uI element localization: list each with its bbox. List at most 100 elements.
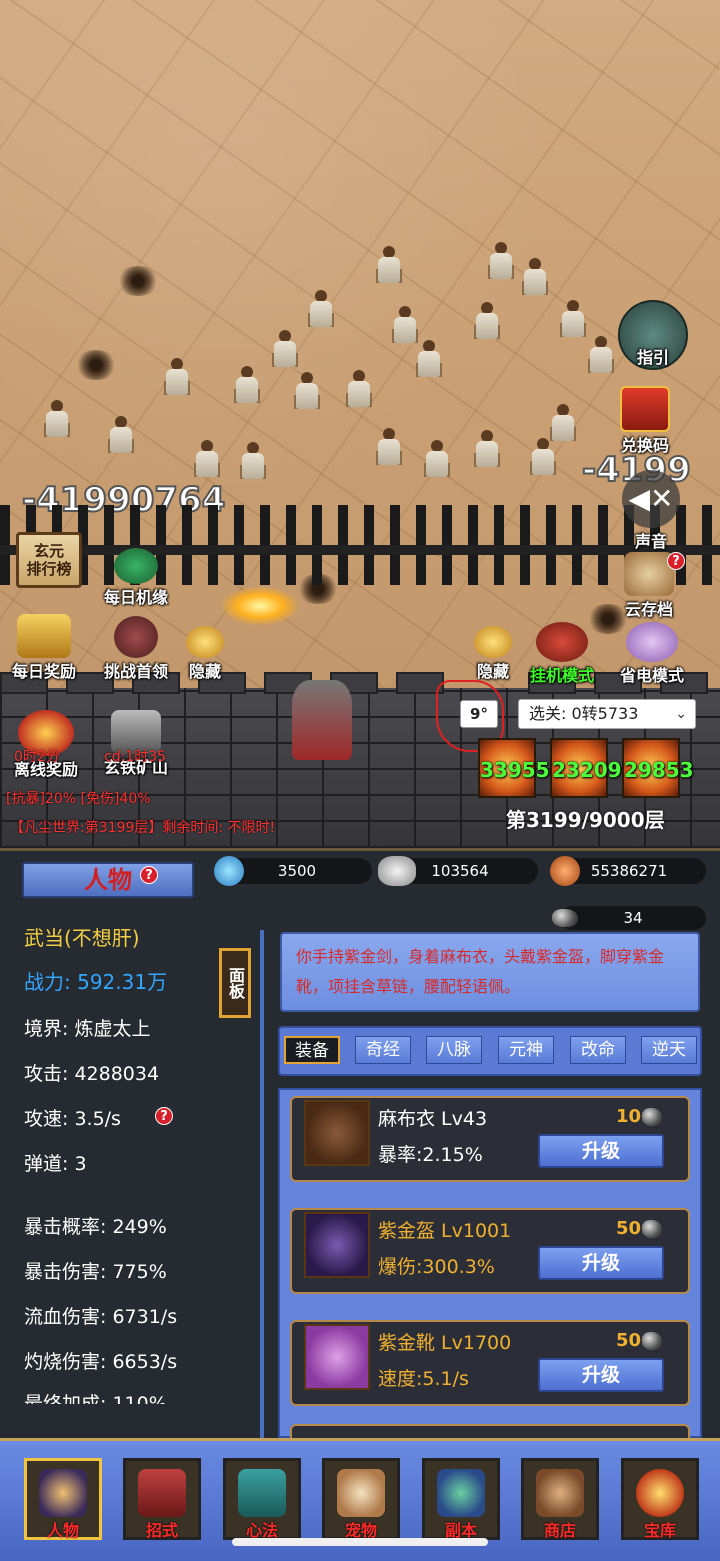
auto-mode-button[interactable]: 挂机模式 — [530, 622, 594, 686]
combat-power: 战力: 592.31万 — [24, 970, 168, 994]
boss-icon — [114, 616, 158, 658]
skill-value-2: 23209 — [552, 758, 622, 782]
equipment-tabs — [278, 1026, 702, 1076]
fortune-bag-icon — [114, 548, 158, 584]
player-hero — [292, 680, 352, 760]
crit-damage-stat: 暴击伤害: 775% — [24, 1261, 167, 1283]
home-indicator[interactable] — [232, 1538, 488, 1546]
final-bonus-stat: 最终加成: 110% — [24, 1393, 167, 1404]
spirit-stone-icon — [214, 856, 244, 886]
redeem-code-button[interactable]: 兑换码 — [620, 386, 670, 456]
upgrade-button[interactable]: 升级 — [538, 1246, 664, 1280]
resist-text: [抗暴]20% [免伤]40% — [6, 791, 151, 807]
power-save-icon — [626, 622, 678, 662]
enemy-soldier — [104, 416, 138, 462]
nav-dungeon[interactable]: 副本 — [422, 1458, 500, 1540]
daily-fortune-button[interactable]: 每日机缘 — [104, 548, 168, 608]
realm-stat: 境界: 炼虚太上 — [24, 1018, 151, 1040]
floor-progress: 第3199/9000层 — [506, 808, 665, 832]
daily-reward-button[interactable]: 每日奖励 — [12, 614, 76, 682]
temperature-box: 9° — [460, 700, 498, 728]
ore-icon — [642, 1220, 662, 1238]
question-badge: ? — [140, 866, 158, 884]
nav-skills[interactable]: 招式 — [123, 1458, 201, 1540]
guide-button[interactable]: 指引 — [618, 300, 688, 370]
enemy-soldier — [584, 336, 618, 382]
gold-chest-icon — [17, 614, 71, 658]
enemy-soldier — [526, 438, 560, 484]
enemy-soldier — [230, 366, 264, 412]
equipment-name: 麻布衣 Lv43 — [378, 1108, 488, 1130]
hide-left-button[interactable]: 隐藏 — [186, 626, 224, 682]
equipment-name: 紫金盔 Lv1001 — [378, 1220, 512, 1242]
offline-timer: 0时2分 — [14, 749, 60, 765]
dry-bush — [74, 350, 118, 380]
sound-button[interactable]: ◀✕ 声音 — [622, 470, 680, 552]
equipment-stat: 速度:5.1/s — [378, 1368, 469, 1390]
gold-coin-icon — [550, 856, 580, 886]
hide-arrow-icon — [186, 626, 224, 658]
attack-speed-stat: 攻速: 3.5/s — [24, 1108, 121, 1130]
equipment-stat: 暴率:2.15% — [378, 1144, 483, 1166]
ore-icon — [642, 1332, 662, 1350]
power-save-button[interactable]: 省电模式 — [620, 622, 684, 686]
enemy-soldier — [412, 340, 446, 386]
method-book-icon — [238, 1469, 286, 1517]
upgrade-cost: 10 — [616, 1106, 642, 1127]
upgrade-button[interactable]: 升级 — [538, 1358, 664, 1392]
enemy-soldier — [342, 370, 376, 416]
nav-pets[interactable]: 宠物 — [322, 1458, 400, 1540]
challenge-boss-button[interactable]: 挑战首领 — [104, 616, 168, 682]
upgrade-button[interactable]: 升级 — [538, 1134, 664, 1168]
enemy-soldier — [290, 372, 324, 418]
question-badge: ? — [667, 552, 685, 570]
tab-meridian[interactable]: 奇经 — [355, 1036, 411, 1064]
enemy-soldier — [470, 430, 504, 476]
skill-value-1: 33955 — [480, 758, 550, 782]
tab-fate[interactable]: 改命 — [570, 1036, 626, 1064]
tab-eight-vessels[interactable]: 八脉 — [426, 1036, 482, 1064]
world-info-text: 【凡尘世界:第3199层】剩余时间: 不限时! — [10, 820, 276, 836]
enemy-soldier — [518, 258, 552, 304]
offline-reward-button[interactable]: 离线奖励 — [14, 710, 78, 780]
projectile-effect — [220, 586, 300, 626]
attack-stat: 攻击: 4288034 — [24, 1063, 160, 1085]
enemy-soldier — [304, 290, 338, 336]
question-badge[interactable]: ? — [155, 1107, 173, 1125]
gift-icon — [620, 386, 670, 432]
nav-shop[interactable]: 商店 — [521, 1458, 599, 1540]
tab-defy[interactable]: 逆天 — [641, 1036, 697, 1064]
skill-book-icon — [138, 1469, 186, 1517]
equipment-stat: 爆伤:300.3% — [378, 1256, 495, 1278]
rank-board-button[interactable]: 玄元 排行榜 — [16, 532, 82, 588]
enemy-soldier — [470, 302, 504, 348]
tab-character[interactable]: 人物 — [22, 862, 194, 898]
nav-character[interactable]: 人物 — [24, 1458, 102, 1540]
bleed-stat: 流血伤害: 6731/s — [24, 1306, 178, 1328]
ore-icon — [552, 909, 578, 927]
stage-select[interactable]: 选关: 0转5733 ⌄ — [518, 699, 696, 729]
dry-bush — [116, 266, 160, 296]
enemy-soldier — [484, 242, 518, 288]
cloth-armor-icon — [304, 1100, 370, 1166]
iron-mine-button[interactable]: 玄铁矿山 — [104, 710, 168, 778]
helmet-icon — [304, 1212, 370, 1278]
enemy-soldier — [372, 246, 406, 292]
tab-spirit[interactable]: 元神 — [498, 1036, 554, 1064]
burn-stat: 灼烧伤害: 6653/s — [24, 1351, 178, 1373]
upgrade-cost: 50 — [616, 1218, 642, 1239]
character-icon — [39, 1469, 87, 1517]
shop-icon — [536, 1469, 584, 1517]
upgrade-cost: 50 — [616, 1330, 642, 1351]
panel-button[interactable]: 面板 — [219, 948, 251, 1018]
auto-mode-icon — [536, 622, 588, 662]
hide-right-button[interactable]: 隐藏 — [474, 626, 512, 682]
nav-methods[interactable]: 心法 — [223, 1458, 301, 1540]
enemy-soldier — [372, 428, 406, 474]
enemy-soldier — [420, 440, 454, 486]
jade-resource: 3500 — [222, 858, 372, 884]
equipment-description: 你手持紫金剑，身着麻布衣，头戴紫金盔，脚穿紫金靴，项挂含草链，腰配轻语佩。 — [280, 932, 700, 1012]
crit-rate-stat: 暴击概率: 249% — [24, 1216, 167, 1238]
tab-equipment[interactable]: 装备 — [284, 1036, 340, 1064]
nav-treasury[interactable]: 宝库 — [621, 1458, 699, 1540]
